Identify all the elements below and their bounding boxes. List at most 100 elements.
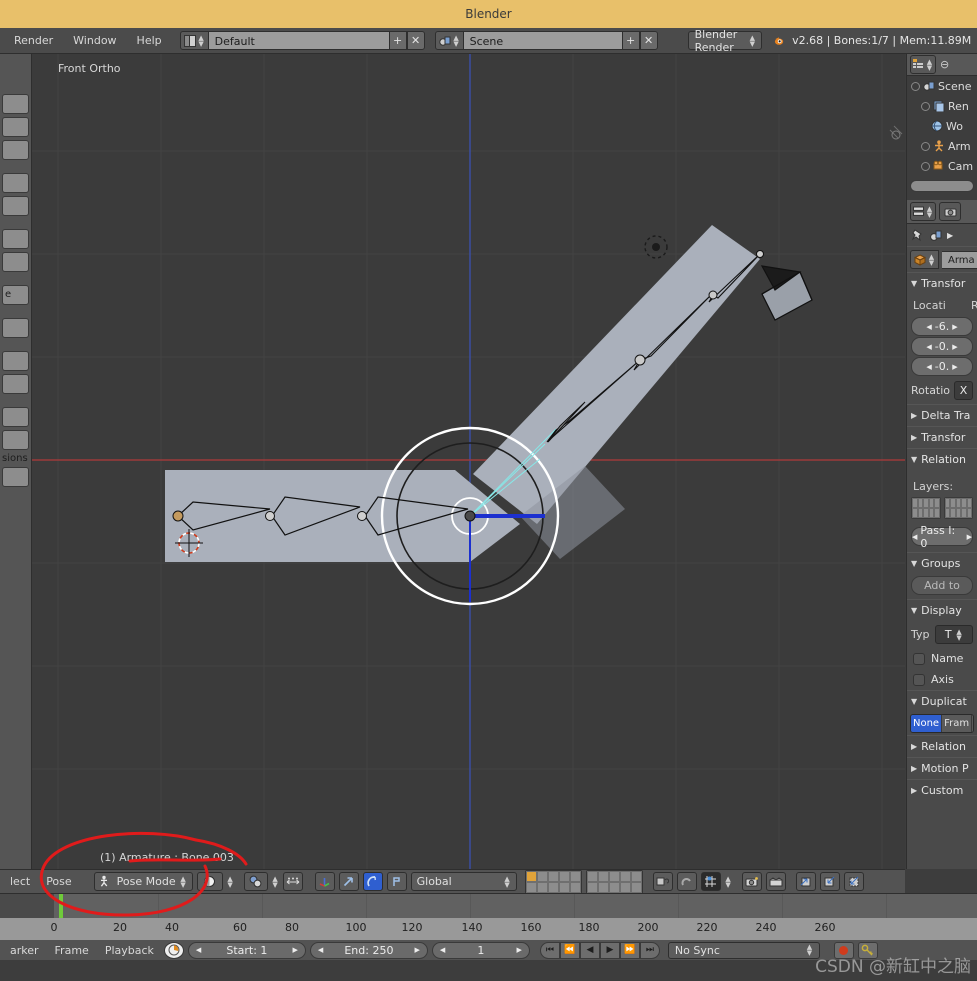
add-scene-button[interactable]: + — [622, 31, 640, 50]
layer-cell[interactable] — [587, 882, 598, 893]
chevron-updown-icon[interactable]: ▲▼ — [453, 35, 460, 47]
panel-header-custom-props[interactable]: ▶ Custom — [907, 779, 977, 801]
chevron-left-icon[interactable]: ◀ — [926, 363, 931, 371]
chevron-right-icon[interactable]: ▶ — [517, 946, 522, 954]
panel-header-duplication[interactable]: ▼ Duplicat — [907, 690, 977, 712]
render-engine-selector[interactable]: Blender Render ▲▼ — [688, 31, 762, 50]
add-screen-layout-button[interactable]: + — [389, 31, 407, 50]
snap-element-selector[interactable] — [701, 872, 721, 891]
screen-layout-value[interactable]: Default — [209, 31, 389, 50]
scene-layers-block-1[interactable] — [525, 870, 582, 894]
tool-shelf[interactable]: e sions — [0, 54, 32, 869]
jump-to-start-button[interactable]: ⏮ — [540, 942, 560, 959]
tool-button[interactable] — [2, 229, 29, 249]
tool-button[interactable] — [2, 351, 29, 371]
layer-cell[interactable] — [559, 882, 570, 893]
layer-cell[interactable] — [609, 882, 620, 893]
expand-toggle-icon[interactable] — [911, 82, 920, 91]
timeline-editor[interactable]: 0 20 40 60 80 100 120 140 160 180 200 22… — [0, 893, 977, 959]
chevron-right-icon[interactable]: ▶ — [415, 946, 420, 954]
duplication-option-verts[interactable]: V — [972, 715, 974, 732]
tool-button[interactable] — [2, 117, 29, 137]
jump-to-end-button[interactable]: ⏭ — [640, 942, 660, 959]
tool-button[interactable] — [2, 407, 29, 427]
layer-cell[interactable] — [598, 882, 609, 893]
play-button[interactable]: ▶ — [600, 942, 620, 959]
3d-viewport[interactable]: Front Ortho z x (1) Armature : Bone.003 — [0, 54, 905, 869]
scene-layers-block-2[interactable] — [586, 870, 643, 894]
viewport-shading-selector[interactable] — [197, 872, 223, 891]
menu-pose[interactable]: Pose — [40, 875, 77, 888]
layer-cell[interactable] — [548, 871, 559, 882]
tool-button[interactable] — [2, 173, 29, 193]
duplication-option-frames[interactable]: Fram — [942, 715, 972, 732]
menu-render[interactable]: Render — [4, 28, 63, 54]
chevron-updown-icon[interactable]: ▲▼ — [926, 59, 933, 71]
object-name-field[interactable]: Arma — [942, 251, 977, 269]
outliner-row-renderlayers[interactable]: Ren — [907, 96, 977, 116]
chevron-updown-icon[interactable]: ▲▼ — [956, 629, 963, 641]
layer-cell[interactable] — [631, 871, 642, 882]
menu-playback[interactable]: Playback — [99, 944, 160, 957]
chevron-left-icon[interactable]: ◀ — [926, 343, 931, 351]
timeline-track[interactable] — [0, 894, 977, 918]
layer-cell[interactable] — [609, 871, 620, 882]
display-type-row[interactable]: Typ T ▲▼ — [907, 621, 977, 648]
timeline-ruler[interactable]: 0 20 40 60 80 100 120 140 160 180 200 22… — [0, 918, 977, 940]
properties-editor[interactable]: ▲▼ ▶ ▲▼ Arma ▼ Transfor Locati R — [906, 200, 977, 869]
rotate-manipulator-button[interactable] — [363, 872, 383, 891]
layer-cell[interactable] — [620, 882, 631, 893]
rotation-mode-row[interactable]: Rotatio X — [907, 377, 977, 404]
outliner-row-world[interactable]: Wo — [907, 116, 977, 136]
transform-orientation-selector[interactable]: Global ▲▼ — [411, 872, 517, 891]
delete-scene-button[interactable]: ✕ — [640, 31, 658, 50]
copy-pose-button[interactable] — [796, 872, 816, 891]
auto-keyframe-button[interactable] — [164, 942, 184, 959]
chevron-left-icon[interactable]: ◀ — [440, 946, 445, 954]
duplication-option-none[interactable]: None — [911, 715, 942, 732]
layer-cell[interactable] — [587, 871, 598, 882]
object-selector[interactable]: ▲▼ Arma — [907, 246, 977, 272]
snap-toggle-button[interactable] — [677, 872, 697, 891]
layer-cell[interactable] — [631, 882, 642, 893]
panel-header-relations[interactable]: ▼ Relation — [907, 448, 977, 470]
editor-type-selector[interactable]: ▲▼ — [910, 202, 936, 221]
menu-help[interactable]: Help — [127, 28, 172, 54]
pass-index-field[interactable]: ◀ Pass I: 0 ▶ — [911, 527, 973, 546]
location-x-field[interactable]: ◀ -6. ▶ — [911, 317, 973, 336]
delete-screen-layout-button[interactable]: ✕ — [407, 31, 425, 50]
tool-button[interactable] — [2, 374, 29, 394]
play-reverse-button[interactable]: ◀ — [580, 942, 600, 959]
layer-cell[interactable] — [620, 871, 631, 882]
tool-button[interactable] — [2, 430, 29, 450]
expand-toggle-icon[interactable] — [921, 142, 930, 151]
duplication-options[interactable]: None Fram V — [910, 714, 974, 733]
layer-block-1[interactable] — [911, 497, 941, 519]
menu-window[interactable]: Window — [63, 28, 126, 54]
chevron-updown-icon[interactable]: ▲▼ — [272, 876, 279, 888]
chevron-right-icon[interactable]: ▶ — [967, 533, 972, 541]
chevron-left-icon[interactable]: ◀ — [196, 946, 201, 954]
interaction-mode-selector[interactable]: Pose Mode ▲▼ — [94, 872, 193, 891]
panel-header-relations-extras[interactable]: ▶ Relation — [907, 735, 977, 757]
scale-manipulator-button[interactable] — [387, 872, 407, 891]
current-frame-field[interactable]: ◀ 1 ▶ — [432, 942, 530, 959]
expand-toggle-icon[interactable] — [921, 162, 930, 171]
jump-forward-button[interactable]: ⏩ — [620, 942, 640, 959]
chevron-updown-icon[interactable]: ▲▼ — [227, 876, 234, 888]
outliner-editor[interactable]: ▲▼ ⊖ Scene Ren Wo Arm Cam — [906, 54, 977, 200]
opengl-render-button[interactable] — [742, 872, 762, 891]
outliner-scrollbar[interactable] — [910, 180, 974, 192]
panel-header-transform-locks[interactable]: ▶ Transfor — [907, 426, 977, 448]
chevron-left-icon[interactable]: ◀ — [318, 946, 323, 954]
panel-header-groups[interactable]: ▼ Groups — [907, 552, 977, 574]
object-icon[interactable]: ▲▼ — [910, 250, 939, 269]
layer-cell[interactable] — [548, 882, 559, 893]
checkbox-icon[interactable] — [913, 674, 925, 686]
opengl-render-animation-button[interactable] — [766, 872, 786, 891]
tool-button[interactable] — [2, 140, 29, 160]
menu-frame[interactable]: Frame — [49, 944, 95, 957]
menu-select[interactable]: lect — [4, 875, 36, 888]
outliner-row-camera[interactable]: Cam — [907, 156, 977, 176]
sync-mode-selector[interactable]: No Sync ▲▼ — [668, 942, 820, 959]
